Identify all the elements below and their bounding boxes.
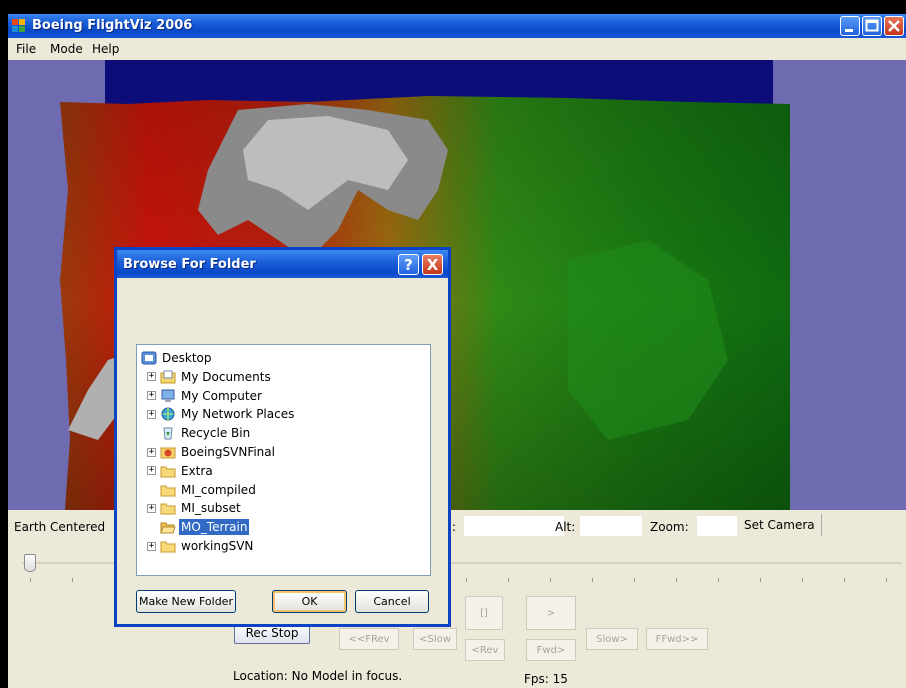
zoom-label: Zoom: bbox=[650, 520, 689, 534]
dialog-title-bar[interactable]: Browse For Folder ? X bbox=[117, 250, 448, 278]
open-folder-icon bbox=[160, 520, 176, 534]
tree-item-label: My Network Places bbox=[181, 407, 295, 422]
desktop-icon bbox=[141, 351, 157, 365]
cancel-button[interactable]: Cancel bbox=[355, 590, 429, 613]
menu-file[interactable]: File bbox=[16, 42, 36, 56]
tree-item-label: MO_Terrain bbox=[179, 519, 250, 536]
expand-toggle[interactable]: + bbox=[147, 447, 156, 457]
rev-button[interactable]: <Rev bbox=[465, 639, 505, 661]
expand-toggle[interactable]: + bbox=[147, 409, 156, 419]
tree-item-mi-subset[interactable]: + MI_subset bbox=[147, 499, 243, 517]
tree-item-label: My Documents bbox=[181, 369, 271, 384]
tick bbox=[802, 578, 803, 582]
browse-folder-dialog: Browse For Folder ? X Desktop + My Documen… bbox=[114, 247, 451, 627]
menu-help[interactable]: Help bbox=[92, 42, 119, 56]
make-new-folder-label: Make New Folder bbox=[139, 595, 233, 608]
maximize-icon bbox=[865, 19, 879, 32]
svn-folder-icon bbox=[160, 445, 176, 459]
zoom-field[interactable] bbox=[697, 516, 737, 536]
tree-item-boeingsvnfinal[interactable]: + BoeingSVNFinal bbox=[147, 443, 277, 461]
menu-bar: File Mode Help bbox=[8, 38, 906, 60]
coordinate-field[interactable] bbox=[464, 516, 564, 536]
tree-item-label: workingSVN bbox=[181, 539, 254, 553]
location-status: Location: No Model in focus. bbox=[233, 669, 403, 683]
tree-item-my-network-places[interactable]: + My Network Places bbox=[147, 405, 296, 423]
window-title: Boeing FlightViz 2006 bbox=[32, 18, 193, 33]
tree-item-extra[interactable]: + Extra bbox=[147, 462, 215, 480]
camera-mode-label: Earth Centered bbox=[14, 520, 106, 534]
tree-item-label: MI_compiled bbox=[181, 482, 256, 497]
app-icon bbox=[12, 19, 26, 33]
tree-item-mo-terrain[interactable]: MO_Terrain bbox=[147, 518, 250, 536]
tick bbox=[886, 578, 887, 582]
coord-label-partial: : bbox=[452, 520, 457, 534]
tick bbox=[550, 578, 551, 582]
tree-item-label: MI_subset bbox=[181, 501, 241, 516]
tick bbox=[718, 578, 719, 582]
folder-icon bbox=[160, 464, 176, 478]
slow-fwd-button[interactable]: Slow> bbox=[586, 628, 638, 650]
help-button[interactable]: ? bbox=[398, 254, 419, 275]
tick bbox=[72, 578, 73, 582]
menu-mode[interactable]: Mode bbox=[50, 42, 83, 56]
tick bbox=[30, 578, 31, 582]
tree-item-workingsvn[interactable]: + workingSVN bbox=[147, 537, 255, 555]
tree-item-my-documents[interactable]: + My Documents bbox=[147, 368, 273, 386]
tree-item-label: Recycle Bin bbox=[181, 426, 251, 441]
tick bbox=[592, 578, 593, 582]
fwd-button[interactable]: Fwd> bbox=[526, 639, 576, 661]
close-icon bbox=[888, 20, 900, 32]
folder-icon bbox=[160, 501, 176, 515]
ff-fwd-button[interactable]: FFwd>> bbox=[646, 628, 708, 650]
dialog-title: Browse For Folder bbox=[123, 257, 256, 272]
expand-toggle[interactable]: + bbox=[147, 503, 156, 513]
stop-button[interactable]: [] bbox=[465, 596, 503, 630]
dialog-close-button[interactable]: X bbox=[422, 254, 443, 275]
close-button[interactable] bbox=[884, 16, 904, 36]
ok-button[interactable]: OK bbox=[272, 590, 347, 613]
help-icon: ? bbox=[404, 255, 413, 274]
tree-item-recycle-bin[interactable]: Recycle Bin bbox=[147, 424, 252, 442]
tick bbox=[676, 578, 677, 582]
expand-toggle[interactable]: + bbox=[147, 391, 156, 401]
expand-toggle[interactable]: + bbox=[147, 466, 156, 476]
close-icon: X bbox=[426, 255, 439, 274]
tree-item-my-computer[interactable]: + My Computer bbox=[147, 387, 264, 405]
alt-field[interactable] bbox=[580, 516, 642, 536]
network-places-icon bbox=[160, 407, 176, 421]
alt-label: Alt: bbox=[555, 520, 576, 534]
folder-tree[interactable]: Desktop + My Documents + My Computer + My Netw… bbox=[136, 344, 431, 576]
expand-toggle[interactable]: + bbox=[147, 541, 156, 551]
title-bar[interactable]: Boeing FlightViz 2006 bbox=[8, 14, 906, 38]
my-computer-icon bbox=[160, 389, 176, 403]
maximize-button[interactable] bbox=[862, 16, 882, 36]
tick bbox=[760, 578, 761, 582]
play-button[interactable]: > bbox=[526, 596, 576, 630]
tree-item-label: Desktop bbox=[162, 351, 212, 365]
tick bbox=[844, 578, 845, 582]
my-documents-icon bbox=[160, 370, 176, 384]
tree-item-label: Extra bbox=[181, 463, 213, 478]
expand-toggle[interactable]: + bbox=[147, 372, 156, 382]
fps-status: Fps: 15 bbox=[524, 672, 568, 686]
set-camera-button[interactable]: Set Camera bbox=[738, 514, 822, 536]
tree-item-mi-compiled[interactable]: MI_compiled bbox=[147, 481, 258, 499]
timeline-thumb[interactable] bbox=[24, 554, 36, 572]
make-new-folder-button[interactable]: Make New Folder bbox=[136, 590, 236, 613]
tick bbox=[508, 578, 509, 582]
tick bbox=[466, 578, 467, 582]
minimize-button[interactable] bbox=[840, 16, 860, 36]
tree-item-desktop[interactable]: Desktop bbox=[141, 349, 214, 367]
minimize-icon bbox=[845, 29, 853, 32]
tick bbox=[634, 578, 635, 582]
tree-item-label: My Computer bbox=[181, 388, 262, 403]
slow-rev-button[interactable]: <Slow bbox=[413, 628, 457, 650]
folder-icon bbox=[160, 483, 176, 497]
tree-item-label: BoeingSVNFinal bbox=[181, 445, 275, 459]
ff-rev-button[interactable]: <<FRev bbox=[339, 628, 399, 650]
recycle-bin-icon bbox=[160, 426, 176, 440]
folder-icon bbox=[160, 539, 176, 553]
